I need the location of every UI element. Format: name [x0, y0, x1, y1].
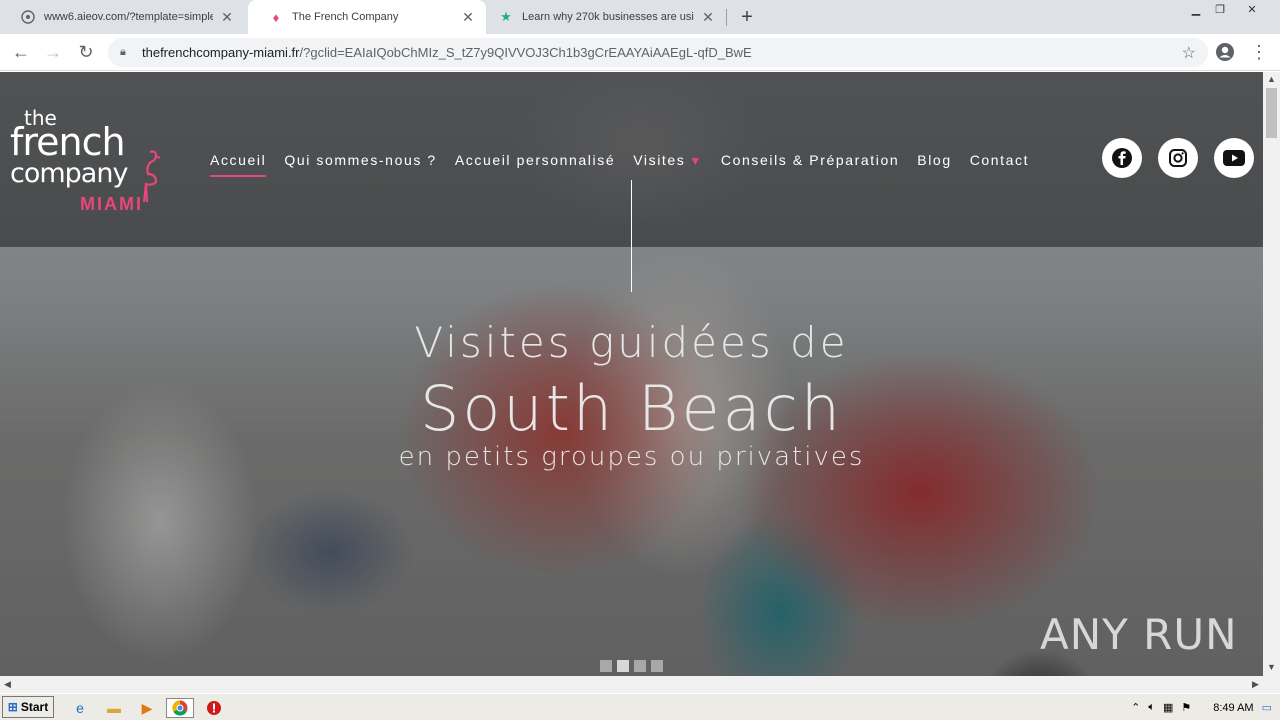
scrollbar-thumb[interactable]: [1266, 88, 1277, 138]
minimize-icon[interactable]: ▁: [1184, 0, 1208, 18]
chrome-taskbar-icon[interactable]: [166, 698, 194, 718]
menu-icon[interactable]: ⋮: [1248, 41, 1270, 63]
tab-title: www6.aieov.com/?template=simple&: [44, 11, 213, 23]
clock[interactable]: 8:49 AM: [1213, 702, 1253, 714]
watermark-text: ANY RUN: [1040, 610, 1238, 659]
scroll-up-icon[interactable]: ▲: [1267, 74, 1276, 84]
youtube-button[interactable]: [1214, 138, 1254, 178]
back-button[interactable]: ←: [10, 41, 32, 63]
site-logo[interactable]: the french company MIAMI: [10, 106, 161, 216]
bookmark-star-icon[interactable]: ☆: [1182, 43, 1196, 63]
url-text: thefrenchcompany-miami.fr/?gclid=EAIaIQo…: [142, 45, 752, 60]
media-player-icon[interactable]: ▶: [137, 698, 157, 718]
tab-title: The French Company: [292, 11, 399, 23]
url-host: thefrenchcompany-miami.fr: [142, 45, 300, 60]
instagram-icon: [1169, 149, 1187, 167]
close-tab-icon[interactable]: ✕: [219, 9, 235, 25]
nav-blog[interactable]: Blog: [917, 152, 951, 172]
browser-toolbar: ← → ↻ 🔒︎ thefrenchcompany-miami.fr/?gcli…: [0, 34, 1280, 71]
windows-logo-icon: ⊞: [7, 700, 18, 714]
tab-strip: www6.aieov.com/?template=simple& ✕ ♦ The…: [0, 0, 1280, 34]
tab-learn-why[interactable]: ★ Learn why 270k businesses are using ✕: [488, 0, 726, 34]
tab-french-company[interactable]: ♦ The French Company ✕: [248, 0, 486, 34]
slider-dot[interactable]: [651, 660, 663, 672]
close-tab-icon[interactable]: ✕: [460, 9, 476, 25]
nav-visites[interactable]: Visites ▼: [633, 152, 703, 172]
internet-explorer-icon[interactable]: e: [70, 698, 90, 718]
nav-contact[interactable]: Contact: [970, 152, 1029, 172]
system-tray: ⌃ 🔈︎ ▦ ⚑ 8:49 AM ▭: [1131, 694, 1280, 721]
slider-dots: [600, 660, 663, 672]
main-nav: Accueil Qui sommes-nous ? Accueil person…: [210, 152, 1047, 177]
nav-qui-sommes-nous[interactable]: Qui sommes-nous ?: [284, 152, 436, 172]
youtube-icon: [1223, 150, 1245, 166]
instagram-button[interactable]: [1158, 138, 1198, 178]
logo-line-company: company: [10, 158, 128, 189]
globe-icon: [20, 9, 36, 25]
hero-line-3: en petits groupes ou privatives: [398, 442, 865, 472]
flag-icon[interactable]: ⚑: [1181, 701, 1191, 714]
nav-accueil[interactable]: Accueil: [210, 152, 267, 177]
flamingo-icon: ♦: [272, 9, 280, 25]
url-path: /?gclid=EAIaIQobChMIz_S_tZ7y9QIVVOJ3Ch1b…: [299, 45, 752, 60]
tab-separator: [726, 9, 727, 26]
flamingo-icon: [142, 150, 161, 203]
page-viewport: the french company MIAMI Accueil Qui som…: [0, 72, 1263, 676]
vertical-scrollbar[interactable]: ▲ ▼: [1263, 72, 1280, 676]
scroll-right-icon[interactable]: ▶: [1252, 679, 1259, 690]
slider-dot[interactable]: [600, 660, 612, 672]
new-tab-button[interactable]: +: [736, 6, 758, 28]
taskbar: ⊞ Start e ▬ ▶ ⌃ 🔈︎ ▦ ⚑ 8:49 AM ▭: [0, 693, 1280, 720]
lock-icon: 🔒︎: [120, 46, 126, 58]
start-label: Start: [20, 700, 49, 714]
slider-dot-active[interactable]: [617, 660, 629, 672]
address-bar[interactable]: 🔒︎ thefrenchcompany-miami.fr/?gclid=EAIa…: [108, 38, 1208, 67]
profile-icon[interactable]: [1214, 41, 1236, 63]
forward-button[interactable]: →: [42, 41, 64, 63]
volume-icon[interactable]: 🔈︎: [1148, 701, 1155, 714]
tab-title: Learn why 270k businesses are using: [522, 11, 694, 23]
nav-visites-label: Visites: [633, 152, 686, 168]
horizontal-scrollbar[interactable]: ◀ ▶: [0, 676, 1280, 693]
close-tab-icon[interactable]: ✕: [700, 9, 716, 25]
anyrun-watermark: ANY RUN: [1040, 610, 1238, 659]
tab-aieov[interactable]: www6.aieov.com/?template=simple& ✕: [0, 0, 245, 34]
facebook-icon: [1112, 148, 1132, 168]
restore-icon[interactable]: ❐: [1208, 0, 1232, 18]
star-icon: ★: [500, 9, 512, 24]
reload-button[interactable]: ↻: [75, 41, 97, 63]
hero-line-2: South Beach: [419, 372, 843, 445]
folder-icon[interactable]: ▬: [104, 698, 124, 718]
scroll-left-icon[interactable]: ◀: [4, 679, 11, 690]
facebook-button[interactable]: [1102, 138, 1142, 178]
show-desktop-icon[interactable]: ▭: [1262, 701, 1272, 714]
scroll-down-icon[interactable]: ▼: [1267, 662, 1276, 672]
tray-expand-icon[interactable]: ⌃: [1131, 701, 1140, 714]
start-button[interactable]: ⊞ Start: [2, 696, 54, 718]
caret-down-icon: ▼: [689, 154, 703, 168]
hero-divider: [631, 180, 632, 292]
network-icon[interactable]: ▦: [1163, 701, 1173, 714]
slider-dot[interactable]: [634, 660, 646, 672]
nav-accueil-personnalise[interactable]: Accueil personnalisé: [455, 152, 615, 172]
nav-conseils[interactable]: Conseils & Préparation: [721, 152, 899, 172]
close-window-icon[interactable]: ✕: [1240, 0, 1264, 18]
hero-line-1: Visites guidées de: [414, 318, 849, 367]
stop-icon[interactable]: [204, 698, 224, 718]
